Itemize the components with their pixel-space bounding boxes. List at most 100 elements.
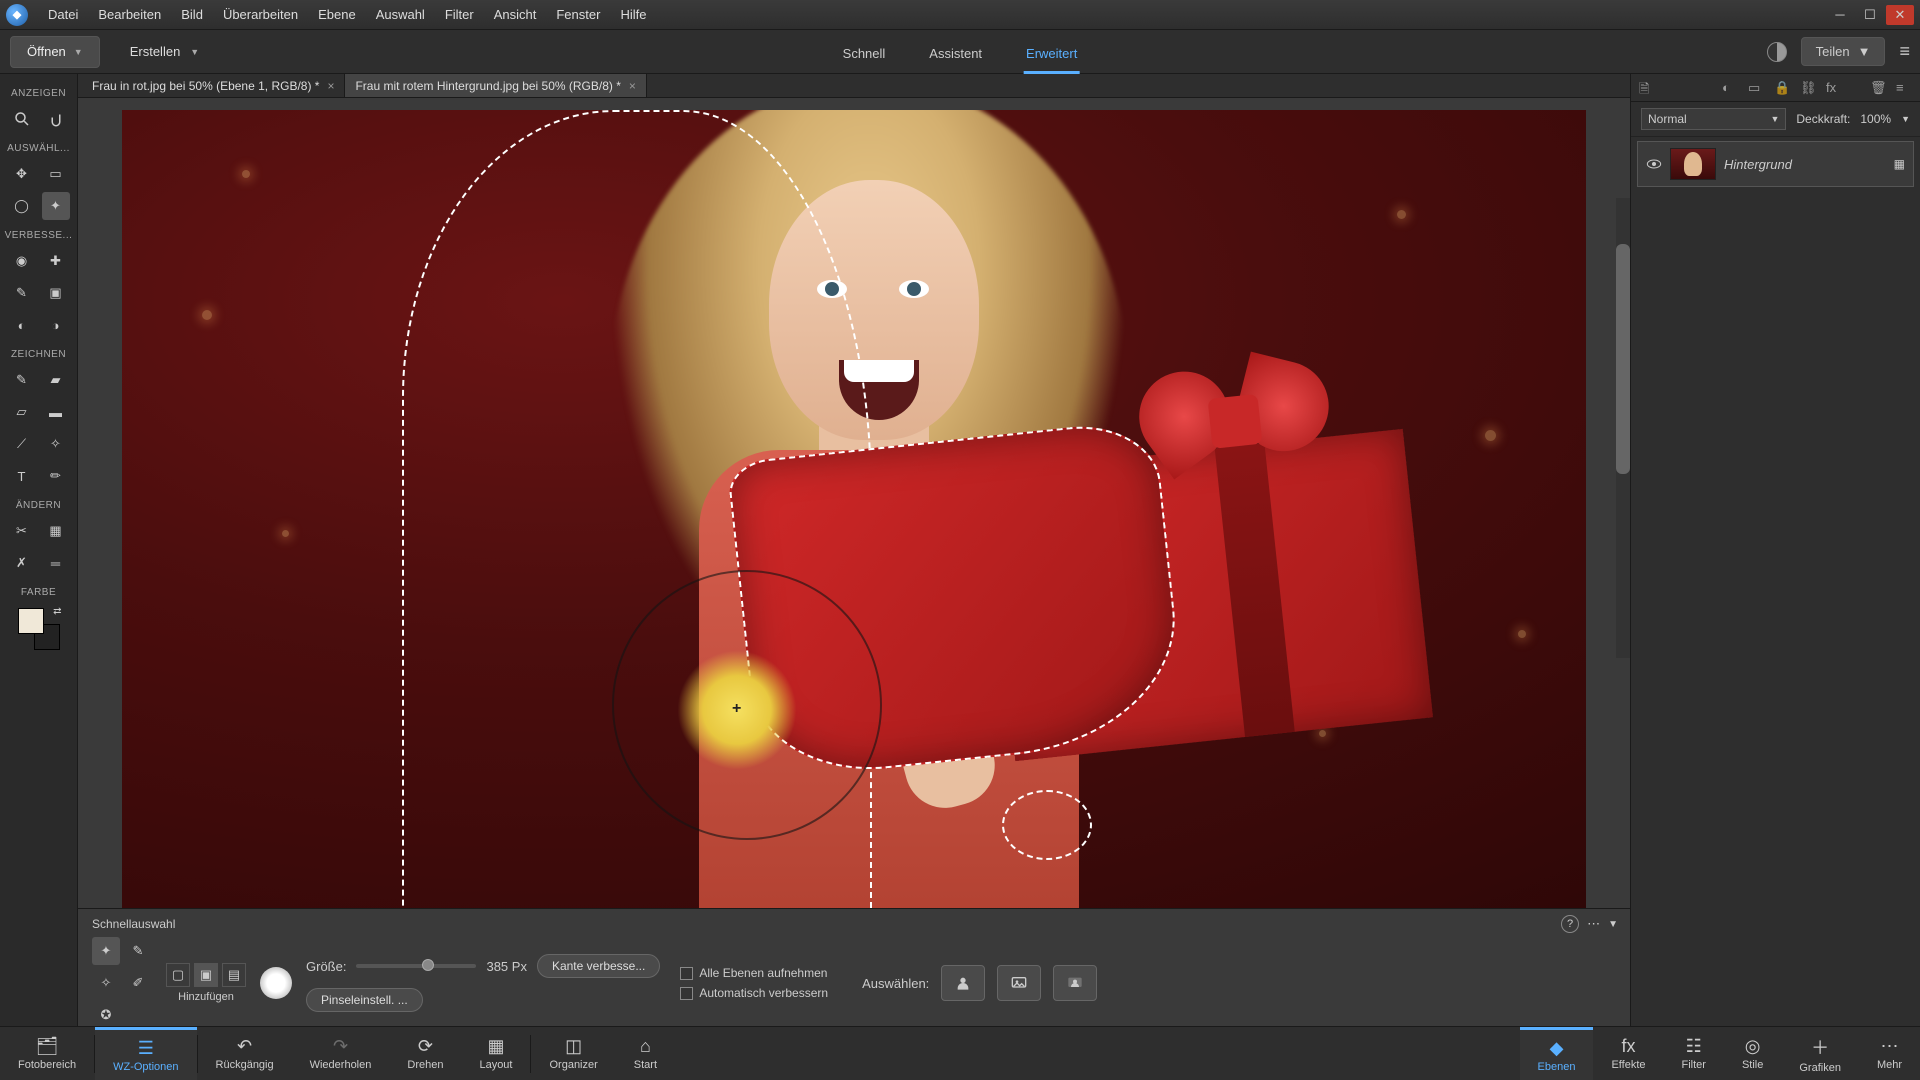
more-panel-button[interactable]: ⋯Mehr [1859,1027,1920,1080]
window-minimize[interactable]: ─ [1826,5,1854,25]
auto-enhance-checkbox[interactable]: Automatisch verbessern [680,986,828,1000]
gradient-tool[interactable]: ▬ [42,398,70,426]
layer-row[interactable]: Hintergrund ▦ [1637,141,1914,187]
create-button[interactable]: Erstellen ▼ [114,36,216,68]
crop-tool[interactable]: ✂ [8,517,36,545]
theme-toggle-icon[interactable] [1767,42,1787,62]
smart-brush-tool[interactable]: ✎ [8,279,36,307]
tab-expert[interactable]: Erweitert [1024,36,1079,74]
spot-heal-tool[interactable]: ✚ [42,247,70,275]
new-layer-icon[interactable]: 🗎 [1639,80,1655,96]
brush-preview[interactable] [260,967,292,999]
menu-select[interactable]: Auswahl [366,3,435,26]
opacity-value[interactable]: 100% [1860,112,1891,126]
layer-name[interactable]: Hintergrund [1724,157,1886,172]
redo-button[interactable]: ↷Wiederholen [292,1027,390,1080]
selection-add-mode[interactable]: ▣ [194,963,218,987]
organizer-button[interactable]: ◫Organizer [531,1027,615,1080]
window-maximize[interactable]: ☐ [1856,5,1884,25]
blend-mode-select[interactable]: Normal ▼ [1641,108,1786,130]
filters-panel-button[interactable]: ☷Filter [1664,1027,1724,1080]
close-tab-icon[interactable]: × [629,79,636,93]
rotate-button[interactable]: ⟳Drehen [389,1027,461,1080]
window-close[interactable]: ✕ [1886,5,1914,25]
vertical-scrollbar[interactable] [1616,198,1630,658]
selection-new-mode[interactable]: ▢ [166,963,190,987]
eyedropper-tool[interactable]: ⟋ [8,430,36,458]
brush-size-slider[interactable] [356,964,476,968]
swap-colors-icon[interactable]: ⇄ [53,606,61,617]
fx-icon[interactable]: fx [1826,80,1842,96]
effects-panel-button[interactable]: fxEffekte [1593,1027,1663,1080]
trash-icon[interactable]: 🗑 [1870,80,1886,96]
eraser-tool[interactable]: ▱ [8,398,36,426]
brush-settings-button[interactable]: Pinseleinstell. ... [306,988,423,1012]
tool-options-bottom-button[interactable]: ☰WZ-Optionen [95,1027,196,1080]
refine-selection-variant[interactable]: ✐ [124,969,152,997]
panel-menu-icon[interactable]: ≡ [1896,80,1912,96]
move-tool[interactable]: ✥ [8,160,36,188]
adjustment-layer-icon[interactable]: ◐ [1722,80,1738,96]
lock-layer-icon[interactable]: 🔒 [1774,80,1790,96]
selection-brush-variant[interactable]: ✎ [124,937,152,965]
tab-quick[interactable]: Schnell [841,36,888,74]
select-background-button[interactable] [1053,965,1097,1001]
tab-guided[interactable]: Assistent [927,36,984,74]
shape-tool[interactable]: ✧ [42,430,70,458]
photo-bin-button[interactable]: 🗂Fotobereich [0,1027,94,1080]
layer-thumbnail[interactable] [1670,148,1716,180]
straighten-tool[interactable]: ═ [42,549,70,577]
quick-selection-variant[interactable]: ✦ [92,937,120,965]
type-tool[interactable]: T [8,462,36,490]
slider-thumb[interactable] [422,959,434,971]
select-subject-button[interactable] [941,965,985,1001]
brush-tool[interactable]: ✎ [8,366,36,394]
open-button[interactable]: Öffnen ▼ [10,36,100,68]
magic-wand-variant[interactable]: ✧ [92,969,120,997]
marquee-tool[interactable]: ▭ [42,160,70,188]
document-tab[interactable]: Frau in rot.jpg bei 50% (Ebene 1, RGB/8)… [82,74,345,97]
hand-tool[interactable] [42,105,70,133]
menu-edit[interactable]: Bearbeiten [88,3,171,26]
link-layers-icon[interactable]: ⛓ [1800,80,1816,96]
selection-subtract-mode[interactable]: ▤ [222,963,246,987]
help-icon[interactable]: ? [1561,915,1579,933]
share-button[interactable]: Teilen ▼ [1801,37,1886,66]
all-layers-checkbox[interactable]: Alle Ebenen aufnehmen [680,966,828,980]
recompose-tool[interactable]: ▦ [42,517,70,545]
scrollbar-thumb[interactable] [1616,244,1630,474]
sponge-tool[interactable]: ◑ [42,311,70,339]
lasso-tool[interactable]: ◯ [8,192,36,220]
menu-filter[interactable]: Filter [435,3,484,26]
panel-menu-icon[interactable]: ⋯ [1587,916,1600,932]
paint-bucket-tool[interactable]: ▰ [42,366,70,394]
more-menu-icon[interactable]: ≡ [1899,41,1910,62]
chevron-down-icon[interactable]: ▼ [1901,114,1910,124]
zoom-tool[interactable] [8,105,36,133]
size-value[interactable]: 385 Px [486,959,526,974]
layout-button[interactable]: ▦Layout [461,1027,530,1080]
menu-file[interactable]: Datei [38,3,88,26]
layers-panel-button[interactable]: ◆Ebenen [1520,1027,1594,1080]
menu-enhance[interactable]: Überarbeiten [213,3,308,26]
content-aware-move-tool[interactable]: ✗ [8,549,36,577]
mask-icon[interactable]: ▭ [1748,80,1764,96]
menu-layer[interactable]: Ebene [308,3,366,26]
chevron-down-icon[interactable]: ▼ [1608,919,1618,930]
layer-visibility-icon[interactable] [1646,158,1662,170]
menu-image[interactable]: Bild [171,3,213,26]
color-swatches[interactable]: ⇄ [18,608,60,650]
pencil-tool[interactable]: ✏ [42,462,70,490]
blur-tool[interactable]: ◐ [8,311,36,339]
refine-edge-button[interactable]: Kante verbesse... [537,954,660,978]
quick-selection-tool[interactable]: ✦ [42,192,70,220]
clone-stamp-tool[interactable]: ▣ [42,279,70,307]
menu-view[interactable]: Ansicht [484,3,547,26]
select-sky-button[interactable] [997,965,1041,1001]
menu-help[interactable]: Hilfe [610,3,656,26]
checkbox-icon[interactable] [680,987,693,1000]
document-tab[interactable]: Frau mit rotem Hintergrund.jpg bei 50% (… [345,74,646,97]
styles-panel-button[interactable]: ◎Stile [1724,1027,1781,1080]
graphics-panel-button[interactable]: ＋Grafiken [1781,1027,1859,1080]
foreground-color-swatch[interactable] [18,608,44,634]
